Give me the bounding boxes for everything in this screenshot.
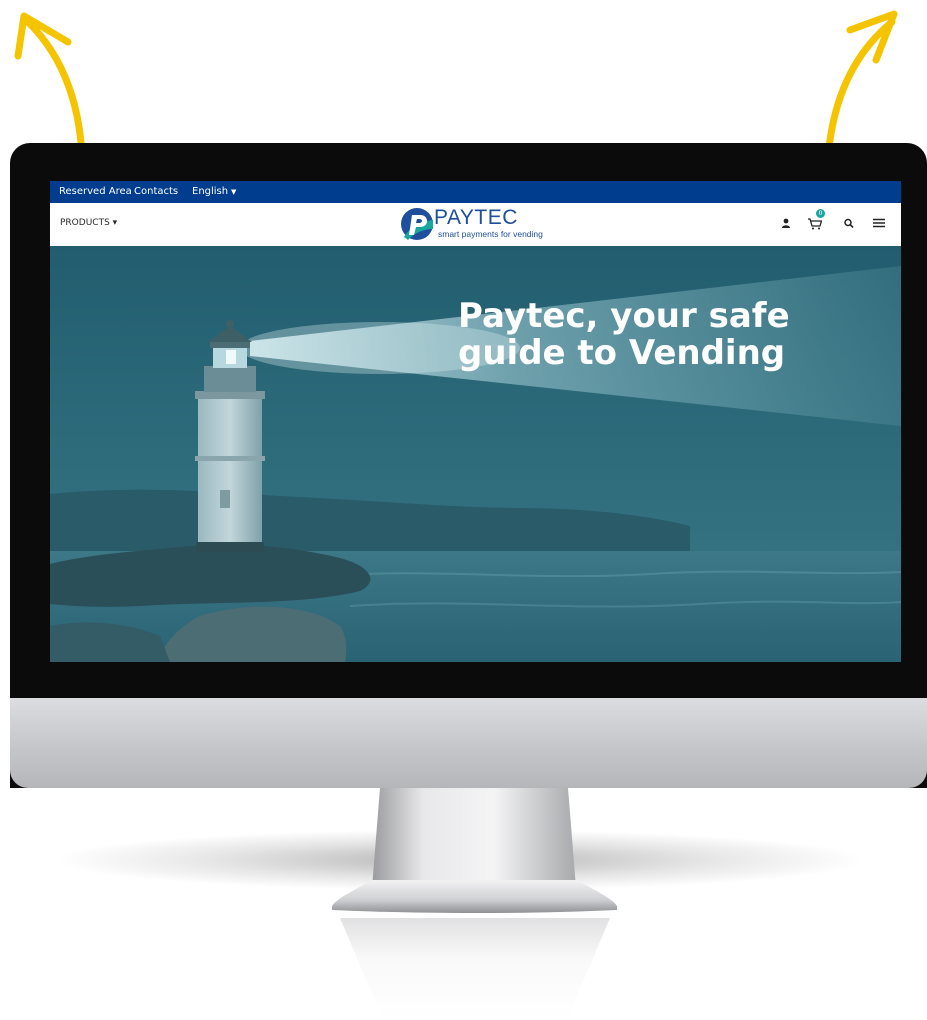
products-label: PRODUCTS xyxy=(60,218,110,228)
hero-banner: Paytec, your safe guide to Vending xyxy=(50,246,901,662)
monitor-base xyxy=(332,880,617,913)
caret-down-icon: ▾ xyxy=(112,218,118,228)
arrow-up-right-icon xyxy=(824,10,898,160)
hero-title: Paytec, your safe guide to Vending xyxy=(458,298,878,372)
menu-icon[interactable] xyxy=(869,213,889,233)
monitor-stand xyxy=(372,788,576,888)
main-navbar: PRODUCTS ▾ PAYTEC smart payments for ven… xyxy=(50,203,901,246)
logo-tagline: smart payments for vending xyxy=(438,229,543,239)
stand-reflection xyxy=(340,918,610,1020)
utility-bar: Reserved Area Contacts English ▼ xyxy=(50,181,901,203)
chevron-down-icon[interactable]: ▼ xyxy=(231,188,236,196)
contacts-link[interactable]: Contacts xyxy=(134,186,178,197)
user-icon[interactable] xyxy=(776,213,796,233)
hero-title-line-2: guide to Vending xyxy=(458,333,786,373)
arrow-up-left-icon xyxy=(14,12,86,160)
search-icon[interactable] xyxy=(839,213,859,233)
language-selector[interactable]: English xyxy=(192,186,228,197)
hero-title-line-1: Paytec, your safe xyxy=(458,296,790,336)
browser-screen: Reserved Area Contacts English ▼ PRODUCT… xyxy=(50,181,901,662)
products-menu[interactable]: PRODUCTS ▾ xyxy=(60,218,117,228)
monitor-chin xyxy=(10,698,927,788)
reserved-area-link[interactable]: Reserved Area xyxy=(59,186,132,197)
logo-wordmark[interactable]: PAYTEC xyxy=(434,206,518,230)
paytec-logo-icon[interactable] xyxy=(400,207,434,241)
cart-count-badge: 0 xyxy=(816,209,825,218)
